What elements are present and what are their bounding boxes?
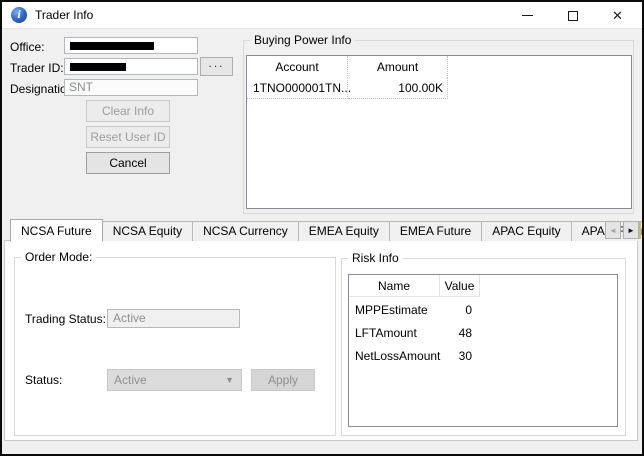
minimize-button[interactable] <box>505 2 550 29</box>
account-cell: 1TNO000001TN... <box>247 78 348 99</box>
buying-power-header: Account Amount <box>247 56 631 78</box>
value-column-header: Value <box>440 275 480 297</box>
risk-name-cell: MPPEstimate <box>349 299 440 322</box>
risk-name-cell: NetLossAmount <box>349 345 440 368</box>
table-row[interactable]: LFTAmount 48 <box>349 322 617 345</box>
apply-button: Apply <box>251 369 315 391</box>
close-button[interactable]: ✕ <box>595 2 640 29</box>
office-label: Office: <box>10 40 44 54</box>
risk-info-group: Risk Info Name Value MPPEstimate 0 LFTAm… <box>341 258 626 436</box>
buying-power-table: Account Amount 1TNO000001TN... 100.00K <box>246 55 632 209</box>
risk-info-group-title: Risk Info <box>348 251 403 265</box>
tab-ncsa-future[interactable]: NCSA Future <box>10 219 103 242</box>
designation-input: SNT <box>64 79 198 96</box>
amount-column-header: Amount <box>348 56 448 78</box>
maximize-button[interactable] <box>550 2 595 29</box>
trader-id-label: Trader ID: <box>10 61 64 75</box>
status-dropdown-value: Active <box>114 373 147 387</box>
tab-scroll-left-button: ◄ <box>605 221 621 239</box>
table-row[interactable]: 1TNO000001TN... 100.00K <box>247 78 631 99</box>
minimize-icon <box>522 15 533 16</box>
office-input[interactable] <box>64 37 198 54</box>
risk-info-table: Name Value MPPEstimate 0 LFTAmount 48 Ne… <box>348 274 618 427</box>
tab-emea-equity[interactable]: EMEA Equity <box>298 221 390 241</box>
maximize-icon <box>568 11 578 21</box>
risk-name-cell: LFTAmount <box>349 322 440 345</box>
table-row[interactable]: MPPEstimate 0 <box>349 299 617 322</box>
amount-cell: 100.00K <box>348 78 448 99</box>
buying-power-group-title: Buying Power Info <box>250 33 355 47</box>
tab-ncsa-currency[interactable]: NCSA Currency <box>192 221 299 241</box>
cancel-button[interactable]: Cancel <box>86 152 170 174</box>
trader-id-redaction <box>70 63 126 71</box>
hidden-tab-edge <box>639 222 641 239</box>
tab-apac-equity[interactable]: APAC Equity <box>481 221 571 241</box>
arrow-left-icon: ◄ <box>609 226 617 235</box>
order-mode-group-title: Order Mode: <box>21 250 96 264</box>
order-mode-group: Order Mode: Trading Status: Active Statu… <box>14 257 336 436</box>
reset-user-id-button: Reset User ID <box>86 126 170 148</box>
close-icon: ✕ <box>612 8 623 24</box>
status-label: Status: <box>25 373 62 387</box>
tab-scroll-right-button[interactable]: ► <box>623 221 639 239</box>
risk-value-cell: 30 <box>440 345 480 368</box>
office-redaction <box>70 42 154 50</box>
buying-power-group: Buying Power Info Account Amount 1TNO000… <box>243 40 634 214</box>
window-controls: ✕ <box>505 2 640 29</box>
region-tabs: NCSA Future NCSA Equity NCSA Currency EM… <box>10 217 644 241</box>
name-column-header: Name <box>349 275 440 297</box>
risk-info-header: Name Value <box>349 275 617 297</box>
trader-info-window: i Trader Info ✕ Office: Trader ID: ... D… <box>0 0 644 456</box>
trading-status-field: Active <box>107 309 240 328</box>
risk-value-cell: 0 <box>440 299 480 322</box>
trader-id-browse-button[interactable]: ... <box>200 57 233 76</box>
tab-emea-future[interactable]: EMEA Future <box>389 221 482 241</box>
chevron-down-icon: ▼ <box>225 370 234 390</box>
risk-value-cell: 48 <box>440 322 480 345</box>
table-row[interactable]: NetLossAmount 30 <box>349 345 617 368</box>
window-title: Trader Info <box>35 8 93 22</box>
trading-status-label: Trading Status: <box>25 312 106 326</box>
trader-id-input[interactable] <box>64 58 198 75</box>
status-dropdown: Active ▼ <box>107 369 242 391</box>
tab-ncsa-equity[interactable]: NCSA Equity <box>102 221 193 241</box>
arrow-right-icon: ► <box>627 226 635 235</box>
title-bar: i Trader Info ✕ <box>2 2 642 29</box>
info-icon: i <box>11 7 27 23</box>
account-column-header: Account <box>247 56 348 78</box>
clear-info-button: Clear Info <box>86 100 170 122</box>
